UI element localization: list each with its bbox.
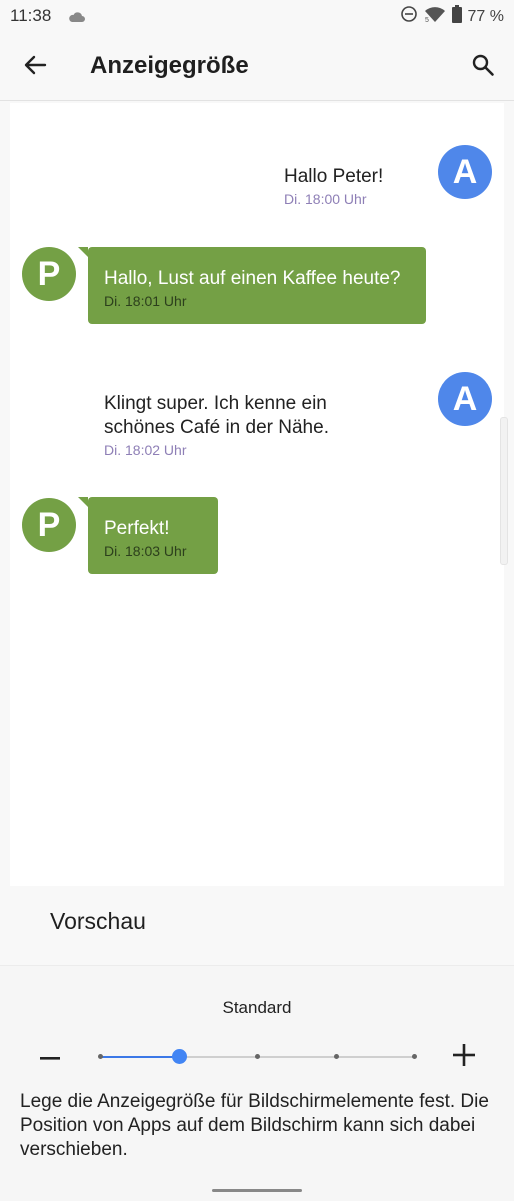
back-button[interactable] bbox=[18, 52, 52, 82]
slider-thumb[interactable] bbox=[171, 1049, 187, 1064]
status-bar: 11:38 5 77 % bbox=[0, 0, 514, 32]
increase-size-button[interactable] bbox=[450, 1042, 478, 1072]
avatar-a: A bbox=[438, 372, 492, 426]
message-time: Di. 18:02 Uhr bbox=[104, 442, 187, 458]
decrease-size-button[interactable] bbox=[36, 1042, 64, 1072]
message-time: Di. 18:00 Uhr bbox=[284, 191, 367, 207]
do-not-disturb-icon bbox=[400, 5, 418, 28]
status-time: 11:38 bbox=[10, 6, 52, 25]
slider-tick[interactable] bbox=[98, 1054, 103, 1059]
message-bubble: Hallo, Lust auf einen Kaffee heute? Di. … bbox=[78, 247, 426, 324]
slider-tick[interactable] bbox=[333, 1054, 339, 1059]
preview-label: Vorschau bbox=[50, 908, 146, 934]
slider-tick[interactable] bbox=[412, 1054, 417, 1059]
size-slider[interactable] bbox=[98, 1049, 417, 1064]
battery-level: 77 % bbox=[467, 7, 504, 25]
search-icon bbox=[471, 53, 495, 82]
battery-icon bbox=[451, 5, 462, 28]
slider-fill bbox=[100, 1056, 179, 1058]
message-text: Klingt super. Ich kenne ein schönes Café… bbox=[104, 393, 329, 438]
arrow-back-icon bbox=[23, 54, 47, 81]
svg-text:5: 5 bbox=[425, 17, 429, 23]
size-description: Lege die Anzeigegröße für Bildschirmelem… bbox=[20, 1091, 489, 1160]
navigation-handle[interactable] bbox=[212, 1189, 302, 1192]
message-text: Perfekt! bbox=[104, 518, 170, 539]
size-controls: Standard Lege die Anzeigegröße für Bilds… bbox=[0, 965, 514, 1201]
minus-icon bbox=[40, 1048, 60, 1066]
message-text: Hallo, Lust auf einen Kaffee heute? bbox=[104, 268, 401, 289]
avatar-p: P bbox=[22, 247, 76, 301]
cloud-icon bbox=[68, 10, 86, 28]
search-button[interactable] bbox=[466, 50, 500, 84]
message-bubble: Klingt super. Ich kenne ein schönes Café… bbox=[104, 392, 364, 458]
status-icons: 5 77 % bbox=[400, 5, 504, 28]
app-bar: Anzeigegröße bbox=[0, 32, 514, 101]
slider-tick[interactable] bbox=[255, 1054, 260, 1059]
wifi-icon: 5 bbox=[424, 5, 446, 28]
page-title: Anzeigegröße bbox=[90, 52, 249, 79]
message-bubble: Perfekt! Di. 18:03 Uhr bbox=[77, 497, 219, 574]
message-time: Di. 18:03 Uhr bbox=[104, 543, 187, 559]
message-time: Di. 18:01 Uhr bbox=[104, 293, 187, 309]
avatar-a: A bbox=[438, 145, 492, 199]
size-label: Standard bbox=[222, 998, 292, 1017]
plus-icon bbox=[453, 1043, 475, 1071]
scrollbar[interactable] bbox=[500, 417, 508, 565]
message-bubble: Hallo Peter! Di. 18:00 Uhr bbox=[284, 165, 383, 207]
chat-preview[interactable]: A Hallo Peter! Di. 18:00 Uhr P Hallo, Lu… bbox=[10, 103, 508, 886]
message-text: Hallo Peter! bbox=[284, 166, 384, 187]
avatar-p: P bbox=[22, 498, 76, 552]
